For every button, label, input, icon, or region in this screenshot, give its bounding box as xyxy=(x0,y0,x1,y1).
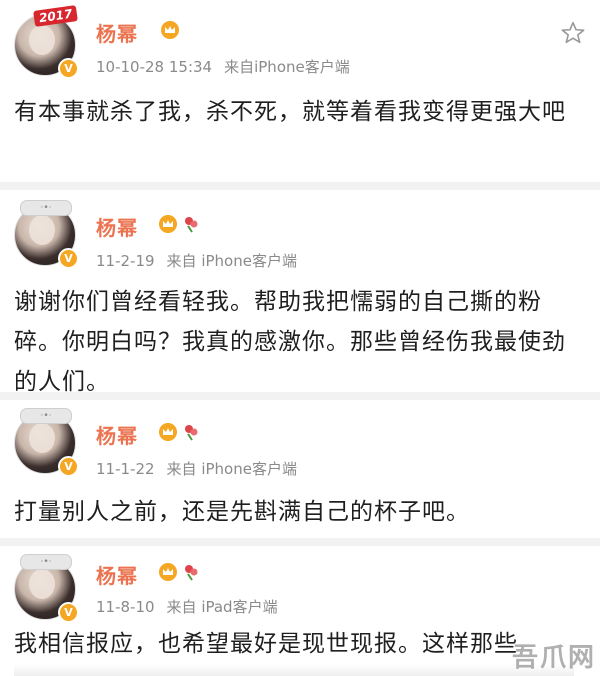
post-time: 10-10-28 15:34 xyxy=(96,58,213,76)
post-source[interactable]: 来自iPhone客户端 xyxy=(224,58,350,76)
username[interactable]: 杨幂 xyxy=(96,212,138,241)
watermark: 吾爪网 xyxy=(511,643,596,673)
flower-icon xyxy=(185,425,198,441)
username[interactable]: 杨幂 xyxy=(96,420,138,449)
verified-badge-icon: V xyxy=(58,602,79,623)
weibo-feed: 2017 V 杨幂 10-10-28 15:34 来自iPhone客户端 有本事就… xyxy=(0,0,600,676)
verified-badge-icon: V xyxy=(58,248,79,269)
avatar[interactable]: 2017 V xyxy=(14,5,79,79)
avatar-decoration: ·•· xyxy=(20,200,72,216)
avatar-year-badge: 2017 xyxy=(33,5,79,27)
post-4: ·•· V 杨幂 11-8-10 来自 iPad客户端 我相信报应，也希望最好是现… xyxy=(0,546,600,676)
crown-icon xyxy=(159,423,177,441)
post-source[interactable]: 来自 iPad客户端 xyxy=(167,598,278,616)
post-meta: 11-2-19 来自 iPhone客户端 xyxy=(96,250,297,271)
star-icon[interactable] xyxy=(560,20,586,46)
post-meta: 11-1-22 来自 iPhone客户端 xyxy=(96,458,297,479)
post-time: 11-1-22 xyxy=(96,460,155,478)
post-source[interactable]: 来自 iPhone客户端 xyxy=(167,252,297,270)
post-meta: 10-10-28 15:34 来自iPhone客户端 xyxy=(96,56,350,77)
avatar[interactable]: ·•· V xyxy=(14,554,79,623)
post-content: 谢谢你们曾经看轻我。帮助我把懦弱的自己撕的粉碎。你明白吗？我真的感激你。那些曾经… xyxy=(14,289,566,395)
post-time: 11-2-19 xyxy=(96,252,155,270)
post-content: 我相信报应，也希望最好是现世现报。这样那些 xyxy=(14,631,518,657)
crown-icon xyxy=(161,21,179,39)
post-3: ·•· V 杨幂 11-1-22 来自 iPhone客户端 打量别人之前，还是先斟… xyxy=(0,400,600,538)
post-source[interactable]: 来自 iPhone客户端 xyxy=(167,460,297,478)
post-content: 打量别人之前，还是先斟满自己的杯子吧。 xyxy=(14,499,470,525)
flower-icon xyxy=(185,565,198,581)
post-divider xyxy=(0,182,600,190)
verified-badge-icon: V xyxy=(58,58,79,79)
post-time: 11-8-10 xyxy=(96,598,155,616)
post-1: 2017 V 杨幂 10-10-28 15:34 来自iPhone客户端 有本事就… xyxy=(0,0,600,185)
avatar[interactable]: ·•· V xyxy=(14,200,79,269)
post-divider xyxy=(0,392,600,400)
post-content: 有本事就杀了我，杀不死，就等着看我变得更强大吧 xyxy=(14,99,566,125)
username[interactable]: 杨幂 xyxy=(96,18,138,47)
username[interactable]: 杨幂 xyxy=(96,560,138,589)
avatar-decoration: ·•· xyxy=(20,554,72,570)
avatar-decoration: ·•· xyxy=(20,408,72,424)
truncated-line xyxy=(14,664,574,676)
avatar[interactable]: ·•· V xyxy=(14,408,79,477)
post-divider xyxy=(0,538,600,546)
flower-icon xyxy=(185,217,198,233)
post-meta: 11-8-10 来自 iPad客户端 xyxy=(96,596,278,617)
post-2: ·•· V 杨幂 11-2-19 来自 iPhone客户端 谢谢你们曾经看轻我。帮… xyxy=(0,190,600,395)
crown-icon xyxy=(159,563,177,581)
verified-badge-icon: V xyxy=(58,456,79,477)
crown-icon xyxy=(159,215,177,233)
